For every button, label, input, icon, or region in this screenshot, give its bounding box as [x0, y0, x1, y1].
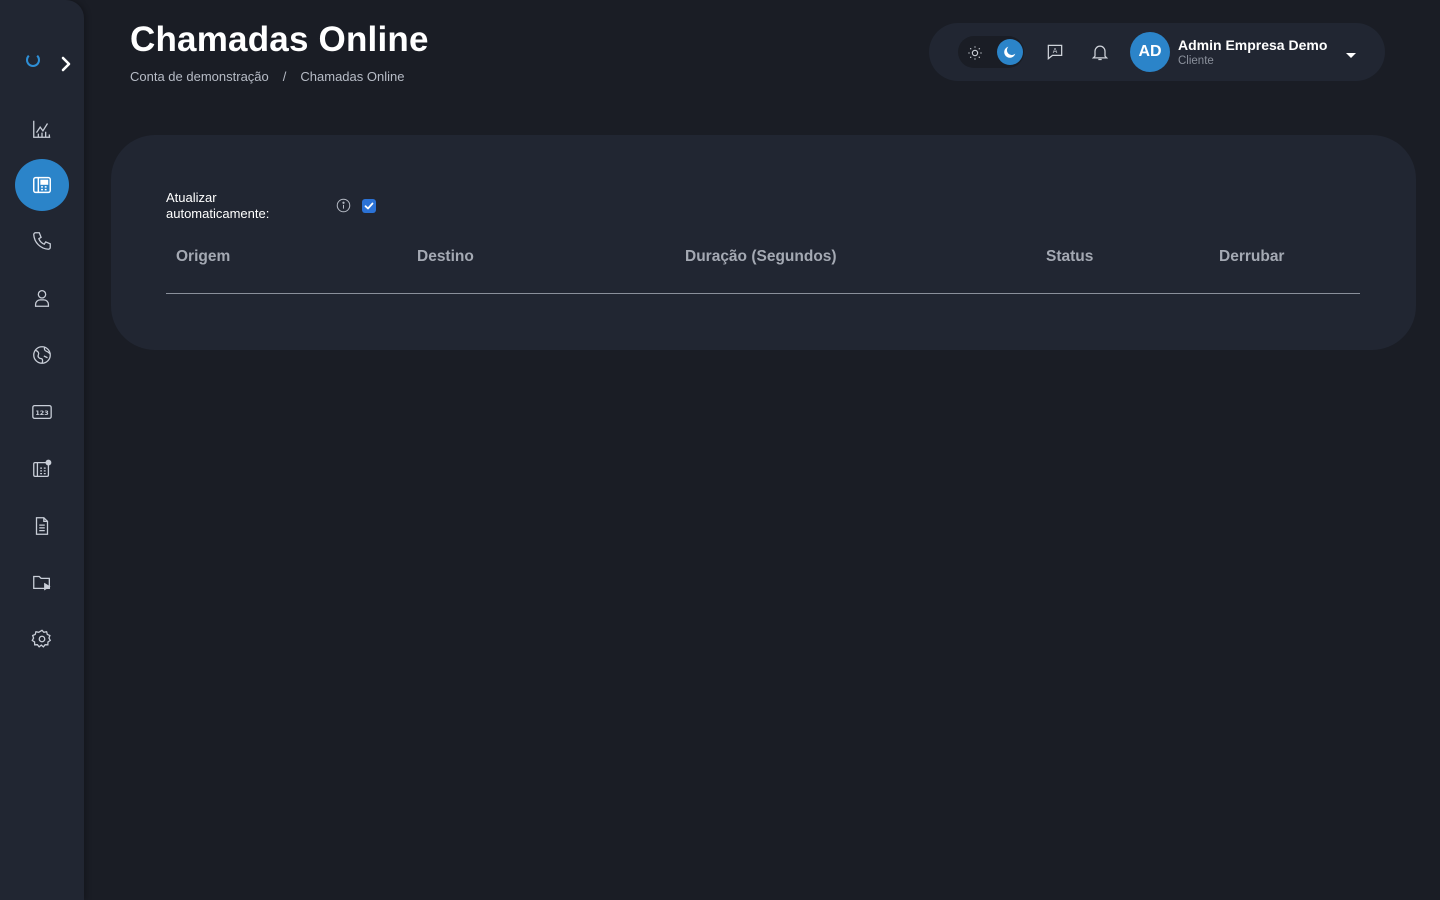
breadcrumb-item-account[interactable]: Conta de demonstração [130, 69, 269, 84]
column-header-status[interactable]: Status [1046, 248, 1093, 266]
sidebar-item-reports[interactable] [15, 500, 69, 552]
globe-icon [33, 346, 51, 364]
chevron-right-icon [61, 56, 71, 72]
breadcrumb-separator: / [282, 69, 287, 84]
table-header-divider [166, 293, 1360, 294]
column-header-destino[interactable]: Destino [417, 248, 474, 266]
auto-refresh-label: Atualizar automaticamente: [166, 190, 270, 221]
user-menu-caret-icon[interactable] [1345, 47, 1357, 58]
sidebar: 123 [0, 0, 84, 900]
theme-toggle[interactable] [958, 36, 1024, 68]
column-header-duracao[interactable]: Duração (Segundos) [685, 248, 837, 266]
auto-refresh-checkbox[interactable] [362, 199, 376, 213]
sidebar-item-users[interactable] [15, 272, 69, 324]
column-header-origem[interactable]: Origem [176, 248, 230, 266]
svg-text:123: 123 [35, 409, 48, 417]
sidebar-item-settings[interactable] [15, 613, 69, 665]
document-icon [35, 517, 49, 535]
chart-icon [33, 120, 51, 138]
info-icon[interactable] [336, 198, 351, 213]
sun-icon[interactable] [962, 40, 988, 66]
avatar[interactable]: AD [1130, 32, 1170, 72]
expand-sidebar-button[interactable] [56, 53, 76, 75]
sidebar-item-extensions[interactable] [15, 443, 69, 495]
breadcrumb: Conta de demonstração / Chamadas Online [130, 69, 404, 84]
sidebar-item-recordings[interactable] [15, 556, 69, 608]
sidebar-item-routes[interactable] [15, 329, 69, 381]
extensions-icon [33, 459, 52, 477]
phone-icon [33, 232, 51, 250]
top-bar: A AD Admin Empresa Demo Cliente [929, 23, 1385, 81]
user-role: Cliente [1178, 55, 1214, 67]
numbers-123-icon: 123 [32, 404, 52, 420]
notifications-button[interactable] [1088, 40, 1112, 64]
sidebar-item-numbers[interactable]: 123 [15, 386, 69, 438]
user-name[interactable]: Admin Empresa Demo [1178, 37, 1327, 53]
loading-spinner-icon [26, 53, 40, 67]
user-icon [34, 290, 50, 307]
online-calls-icon [33, 176, 51, 194]
gear-icon [31, 629, 52, 648]
chat-icon: A [1047, 44, 1063, 60]
sidebar-item-calls[interactable] [15, 215, 69, 267]
column-header-derrubar[interactable]: Derrubar [1219, 248, 1284, 266]
moon-icon[interactable] [997, 39, 1023, 65]
support-chat-button[interactable]: A [1043, 40, 1067, 64]
checkmark-icon [364, 202, 374, 210]
sidebar-item-dashboard[interactable] [15, 103, 69, 155]
breadcrumb-item-current: Chamadas Online [300, 69, 405, 84]
folder-play-icon [33, 575, 51, 591]
svg-text:A: A [1053, 47, 1058, 55]
sidebar-item-online-calls[interactable] [15, 159, 69, 211]
page-title: Chamadas Online [130, 20, 429, 59]
online-calls-card: Atualizar automaticamente: Origem Destin… [111, 135, 1416, 350]
bell-icon [1091, 45, 1109, 61]
